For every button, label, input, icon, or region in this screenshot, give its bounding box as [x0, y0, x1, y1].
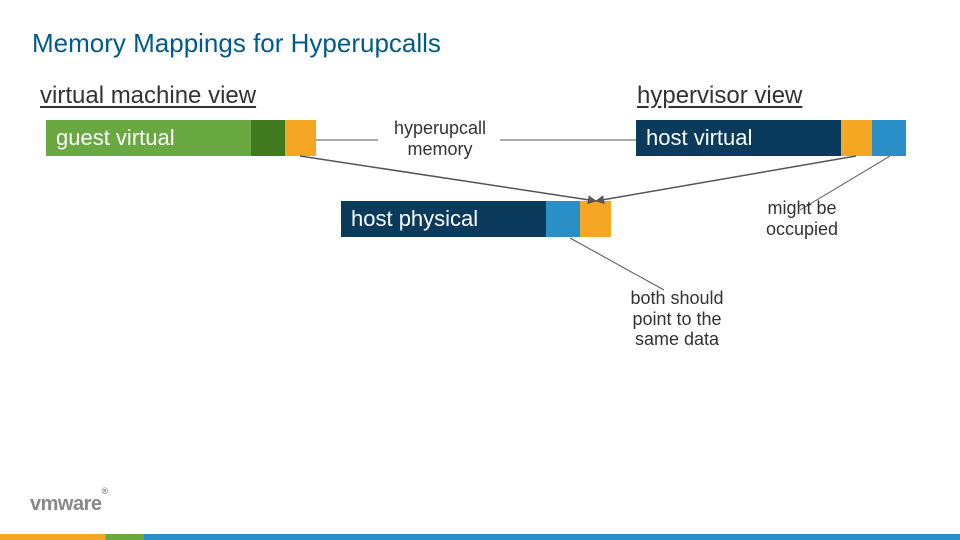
guest-virtual-bar: guest virtual — [46, 120, 316, 156]
center-label-l2: memory — [407, 139, 472, 159]
both-point-annot: both should point to the same data — [612, 288, 742, 350]
hostp-seg-hyper — [580, 201, 611, 237]
hostv-seg-tail — [872, 120, 906, 156]
hypervisor-view-header: hypervisor view — [637, 82, 802, 110]
vmware-logo: vmware® — [30, 493, 108, 516]
host-virtual-bar: host virtual — [636, 120, 906, 156]
connector-lines — [0, 0, 960, 540]
might-be-occupied-annot: might be occupied — [742, 198, 862, 239]
bottom-accent-stripe — [0, 534, 960, 540]
page-title: Memory Mappings for Hyperupcalls — [32, 28, 441, 59]
annot-right-l1: might be — [767, 198, 836, 218]
annot-bottom-l3: same data — [635, 329, 719, 349]
hyperupcall-memory-label: hyperupcall memory — [380, 118, 500, 159]
hostv-seg-hyper — [841, 120, 872, 156]
registered-icon: ® — [102, 486, 108, 496]
guest-seg-hyper — [285, 120, 316, 156]
center-label-l1: hyperupcall — [394, 118, 486, 138]
host-physical-bar: host physical — [341, 201, 611, 237]
annot-bottom-l2: point to the — [632, 309, 721, 329]
vm-view-header: virtual machine view — [40, 82, 256, 110]
host-virtual-label: host virtual — [646, 125, 752, 151]
guest-seg-dark — [251, 120, 285, 156]
logo-text: vmware — [30, 493, 102, 515]
guest-virtual-label: guest virtual — [56, 125, 175, 151]
annot-right-l2: occupied — [766, 219, 838, 239]
host-physical-label: host physical — [351, 206, 478, 232]
annot-bottom-l1: both should — [630, 288, 723, 308]
hostp-seg-light — [546, 201, 580, 237]
